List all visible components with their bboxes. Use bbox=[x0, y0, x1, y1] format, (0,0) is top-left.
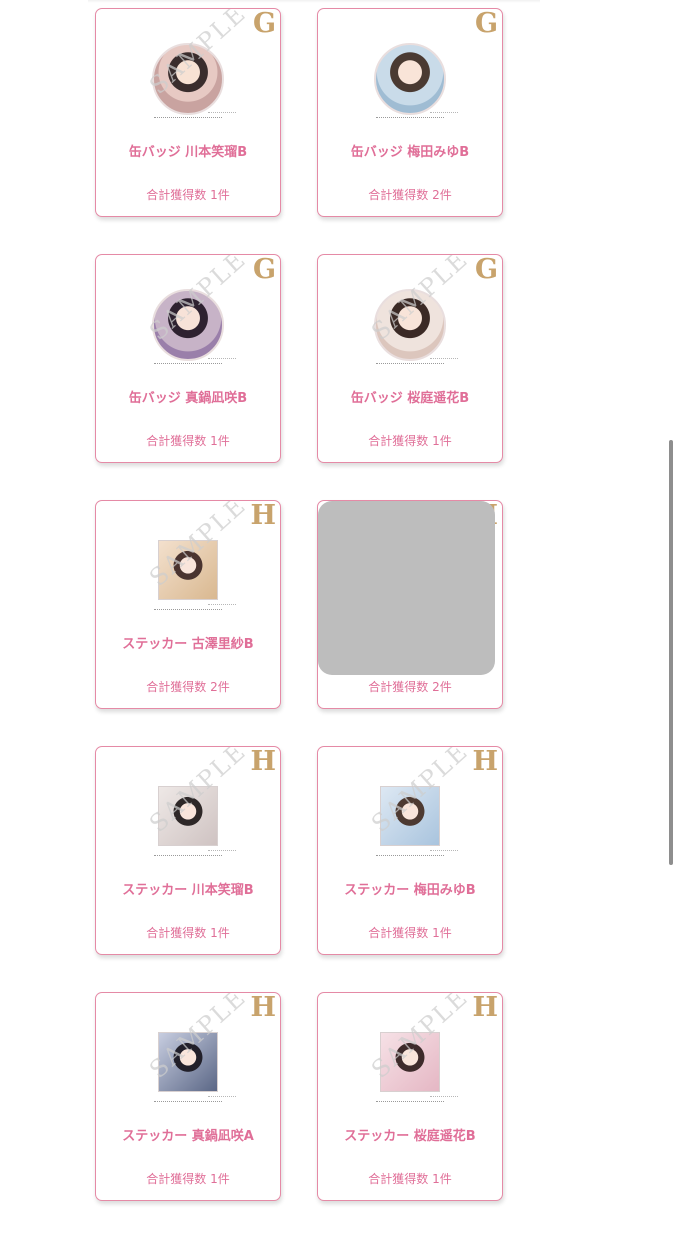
item-name: 缶バッジ 真鍋凪咲B bbox=[128, 391, 248, 406]
rank-label: H bbox=[472, 746, 498, 777]
prize-card[interactable]: H SAMPLE ステッカー 古澤里紗B 合計獲得数 2件 bbox=[95, 500, 281, 709]
size-note bbox=[376, 855, 444, 859]
sticker-image bbox=[158, 540, 218, 600]
size-note bbox=[154, 855, 222, 859]
prize-card[interactable]: H SAMPLE ステッカー 桜庭遥花B 合計獲得数 1件 bbox=[317, 992, 503, 1201]
prize-card[interactable]: H SAMPLE ステッカー 梅田みゆB 合計獲得数 1件 bbox=[317, 746, 503, 955]
badge-image bbox=[374, 43, 446, 115]
fine-print bbox=[208, 850, 236, 853]
prize-card[interactable]: G 缶バッジ 梅田みゆB 合計獲得数 2件 bbox=[317, 8, 503, 217]
item-thumbnail bbox=[370, 43, 458, 123]
rank-label: H bbox=[472, 992, 498, 1023]
item-count: 合計獲得数 2件 bbox=[368, 680, 452, 694]
fine-print bbox=[430, 1096, 458, 1099]
item-count: 合計獲得数 1件 bbox=[146, 926, 230, 940]
badge-image bbox=[152, 43, 224, 115]
item-name: 缶バッジ 梅田みゆB bbox=[350, 145, 470, 160]
grid-row: H SAMPLE ステッカー 川本笑瑠B 合計獲得数 1件 H SAMPLE ス… bbox=[95, 746, 507, 955]
item-name: ステッカー 真鍋凪咲A bbox=[122, 1129, 254, 1144]
prize-card[interactable]: H SAMPLE ステッカー 真鍋凪咲A 合計獲得数 1件 bbox=[95, 992, 281, 1201]
fine-print bbox=[430, 850, 458, 853]
grid-row: G SAMPLE 缶バッジ 川本笑瑠B 合計獲得数 1件 G 缶バッジ 梅田みゆ… bbox=[95, 8, 507, 217]
item-thumbnail bbox=[148, 535, 236, 615]
item-count: 合計獲得数 1件 bbox=[368, 926, 452, 940]
prize-grid: G SAMPLE 缶バッジ 川本笑瑠B 合計獲得数 1件 G 缶バッジ 梅田みゆ… bbox=[95, 8, 507, 1238]
fine-print bbox=[208, 112, 236, 115]
rank-label: G bbox=[474, 8, 498, 39]
fine-print bbox=[208, 1096, 236, 1099]
item-count: 合計獲得数 1件 bbox=[146, 434, 230, 448]
item-count: 合計獲得数 2件 bbox=[368, 188, 452, 202]
size-note bbox=[154, 1101, 222, 1105]
item-thumbnail bbox=[148, 43, 236, 123]
item-name: 缶バッジ 川本笑瑠B bbox=[128, 145, 248, 160]
rank-label: G bbox=[252, 8, 276, 39]
item-name: ステッカー 梅田みゆB bbox=[344, 883, 476, 898]
item-count: 合計獲得数 1件 bbox=[146, 188, 230, 202]
item-name: ステッカー 古澤里紗B bbox=[122, 637, 254, 652]
size-note bbox=[154, 363, 222, 367]
prize-card[interactable]: H SAMPLE ステッカー 川本笑瑠B 合計獲得数 1件 bbox=[95, 746, 281, 955]
item-count: 合計獲得数 2件 bbox=[146, 680, 230, 694]
item-thumbnail bbox=[370, 289, 458, 369]
item-thumbnail bbox=[148, 1027, 236, 1107]
item-thumbnail bbox=[148, 289, 236, 369]
badge-image bbox=[374, 289, 446, 361]
item-count: 合計獲得数 1件 bbox=[146, 1172, 230, 1186]
fine-print bbox=[208, 358, 236, 361]
sticker-image bbox=[158, 1032, 218, 1092]
size-note bbox=[376, 363, 444, 367]
item-name: ステッカー 川本笑瑠B bbox=[122, 883, 254, 898]
rank-label: G bbox=[252, 254, 276, 285]
fine-print bbox=[208, 604, 236, 607]
prize-card[interactable]: G SAMPLE 缶バッジ 桜庭遥花B 合計獲得数 1件 bbox=[317, 254, 503, 463]
grid-row: H SAMPLE ステッカー 真鍋凪咲A 合計獲得数 1件 H SAMPLE ス… bbox=[95, 992, 507, 1201]
top-divider bbox=[88, 0, 540, 3]
badge-image bbox=[152, 289, 224, 361]
sticker-image bbox=[380, 1032, 440, 1092]
size-note bbox=[154, 609, 222, 613]
prize-card[interactable]: G SAMPLE 缶バッジ 川本笑瑠B 合計獲得数 1件 bbox=[95, 8, 281, 217]
fine-print bbox=[430, 112, 458, 115]
gray-overlay bbox=[318, 501, 495, 675]
item-count: 合計獲得数 1件 bbox=[368, 1172, 452, 1186]
grid-row: G SAMPLE 缶バッジ 真鍋凪咲B 合計獲得数 1件 G SAMPLE 缶バ… bbox=[95, 254, 507, 463]
rank-label: G bbox=[474, 254, 498, 285]
sticker-image bbox=[158, 786, 218, 846]
item-thumbnail bbox=[148, 781, 236, 861]
sticker-image bbox=[380, 786, 440, 846]
scrollbar[interactable] bbox=[669, 440, 673, 865]
grid-row: H SAMPLE ステッカー 古澤里紗B 合計獲得数 2件 H 合計獲得数 2件 bbox=[95, 500, 507, 709]
size-note bbox=[376, 117, 444, 121]
item-thumbnail bbox=[370, 781, 458, 861]
item-name: ステッカー 桜庭遥花B bbox=[344, 1129, 476, 1144]
item-thumbnail bbox=[370, 1027, 458, 1107]
rank-label: H bbox=[250, 746, 276, 777]
rank-label: H bbox=[250, 992, 276, 1023]
item-name: 缶バッジ 桜庭遥花B bbox=[350, 391, 470, 406]
prize-card[interactable]: G SAMPLE 缶バッジ 真鍋凪咲B 合計獲得数 1件 bbox=[95, 254, 281, 463]
rank-label: H bbox=[250, 500, 276, 531]
size-note bbox=[376, 1101, 444, 1105]
fine-print bbox=[430, 358, 458, 361]
item-count: 合計獲得数 1件 bbox=[368, 434, 452, 448]
prize-card[interactable]: H 合計獲得数 2件 bbox=[317, 500, 503, 709]
size-note bbox=[154, 117, 222, 121]
